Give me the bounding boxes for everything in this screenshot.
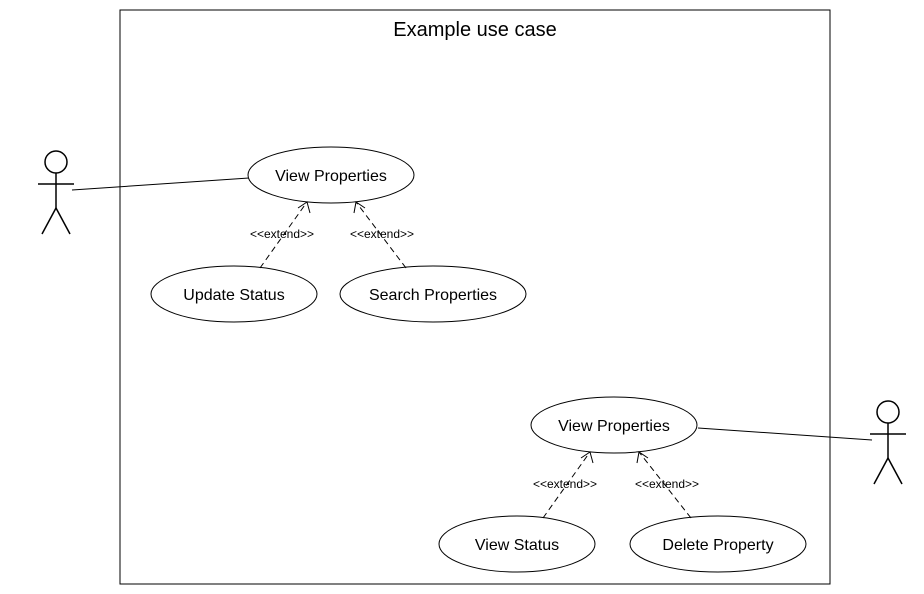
actor-right (870, 401, 906, 484)
extend-view-status-arrow (581, 452, 593, 463)
usecase-view-properties-1-label: View Properties (275, 168, 387, 185)
use-case-diagram: Example use case View Properties Update … (0, 0, 924, 594)
association-left (72, 178, 249, 190)
extend-search-properties-label: <<extend>> (350, 227, 414, 241)
extend-view-status-label: <<extend>> (533, 477, 597, 491)
diagram-title: Example use case (393, 19, 556, 41)
extend-update-status-label: <<extend>> (250, 227, 314, 241)
usecase-search-properties-label: Search Properties (369, 287, 497, 304)
association-right (698, 428, 872, 440)
actor-left (38, 151, 74, 234)
extend-update-status-arrow (298, 202, 310, 213)
usecase-update-status-label: Update Status (183, 287, 284, 304)
extend-delete-property-label: <<extend>> (635, 477, 699, 491)
usecase-view-properties-2-label: View Properties (558, 418, 670, 435)
usecase-view-status-label: View Status (475, 537, 559, 554)
usecase-delete-property-label: Delete Property (662, 537, 773, 554)
